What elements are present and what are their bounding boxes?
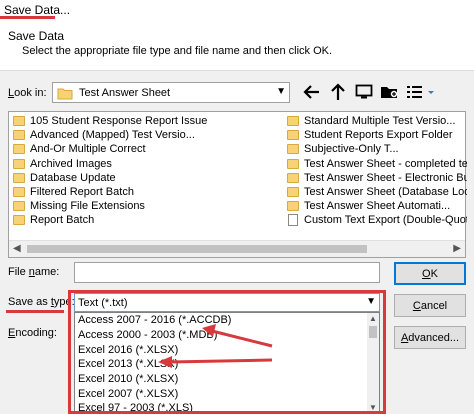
- chevron-down-icon[interactable]: ▼: [276, 86, 286, 97]
- file-list[interactable]: 105 Student Response Report Issue Advanc…: [8, 111, 467, 258]
- dialog-heading: Save Data: [8, 29, 65, 43]
- save-as-type-label: Save as type:: [8, 296, 75, 308]
- folder-icon: [13, 158, 25, 169]
- list-item[interactable]: Test Answer Sheet Automati...: [287, 199, 467, 213]
- list-item[interactable]: Test Answer Sheet - completed te...: [287, 157, 467, 171]
- back-arrow-icon[interactable]: [300, 80, 324, 104]
- folder-icon: [287, 172, 299, 183]
- title-bar: Save Data...: [0, 0, 474, 21]
- view-menu-icon[interactable]: [404, 80, 438, 104]
- scroll-left-icon[interactable]: ◀: [13, 243, 21, 254]
- list-item[interactable]: Archived Images: [13, 157, 283, 171]
- folder-icon: [287, 144, 299, 155]
- folder-icon: [13, 187, 25, 198]
- folder-icon: [13, 172, 25, 183]
- folder-icon: [13, 116, 25, 127]
- list-item[interactable]: Student Reports Export Folder: [287, 128, 467, 142]
- list-item[interactable]: Standard Multiple Test Versio...: [287, 114, 467, 128]
- list-item[interactable]: Test Answer Sheet - Electronic Bubble...: [287, 171, 467, 185]
- list-item[interactable]: Advanced (Mapped) Test Versio...: [13, 128, 283, 142]
- list-item[interactable]: Custom Text Export (Double-Quote Te...: [287, 213, 467, 227]
- scrollbar-thumb[interactable]: [27, 245, 367, 253]
- folder-icon: [57, 87, 73, 103]
- folder-icon: [13, 201, 25, 212]
- ok-button[interactable]: OK: [394, 262, 466, 285]
- up-folder-icon[interactable]: [326, 80, 350, 104]
- window-title: Save Data...: [4, 3, 71, 17]
- advanced-button[interactable]: Advanced...: [394, 326, 466, 349]
- list-item[interactable]: Report Batch: [13, 213, 283, 227]
- list-item[interactable]: Database Update: [13, 171, 283, 185]
- cancel-button[interactable]: Cancel: [394, 294, 466, 317]
- new-folder-icon[interactable]: [378, 80, 402, 104]
- look-in-value: Test Answer Sheet: [79, 87, 171, 99]
- folder-icon: [287, 187, 299, 198]
- title-red-underline: [0, 16, 55, 19]
- look-in-dropdown[interactable]: Test Answer Sheet ▼: [52, 82, 290, 103]
- list-item[interactable]: Filtered Report Batch: [13, 185, 283, 199]
- file-name-input[interactable]: [74, 262, 380, 283]
- scroll-right-icon[interactable]: ▶: [453, 243, 461, 254]
- folder-icon: [287, 116, 299, 127]
- folder-icon: [287, 201, 299, 212]
- file-list-column-right: Standard Multiple Test Versio... Student…: [287, 114, 467, 228]
- folder-icon: [13, 130, 25, 141]
- folder-icon: [287, 158, 299, 169]
- look-in-label: Look in:: [8, 87, 47, 99]
- folder-icon: [287, 130, 299, 141]
- list-item[interactable]: Test Answer Sheet (Database Looku...: [287, 185, 467, 199]
- dialog-instruction: Select the appropriate file type and fil…: [22, 45, 333, 57]
- save-as-type-red-underline: [6, 310, 64, 313]
- list-item[interactable]: And-Or Multiple Correct: [13, 142, 283, 156]
- folder-icon: [13, 144, 25, 155]
- dialog-header: Save Data Select the appropriate file ty…: [0, 21, 474, 71]
- file-name-label: File name:: [8, 266, 60, 278]
- save-as-type-highlight-box: [68, 290, 386, 414]
- encoding-label: Encoding:: [8, 327, 57, 339]
- horizontal-scrollbar[interactable]: ◀ ▶: [9, 240, 465, 257]
- file-list-column-left: 105 Student Response Report Issue Advanc…: [13, 114, 283, 228]
- desktop-icon[interactable]: [352, 80, 376, 104]
- folder-icon: [13, 215, 25, 226]
- list-item[interactable]: 105 Student Response Report Issue: [13, 114, 283, 128]
- list-item[interactable]: Subjective-Only T...: [287, 142, 467, 156]
- document-icon: [288, 214, 298, 227]
- list-item[interactable]: Missing File Extensions: [13, 199, 283, 213]
